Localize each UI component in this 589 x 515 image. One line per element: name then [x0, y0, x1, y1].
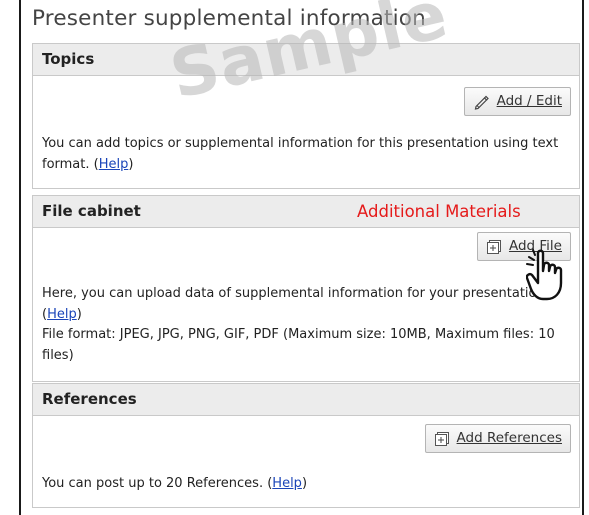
file-cabinet-panel: File cabinet Add File Here, you can uplo… — [32, 195, 580, 382]
topics-help-link[interactable]: Help — [99, 157, 129, 172]
additional-materials-annotation: Additional Materials — [357, 202, 521, 221]
file-cabinet-description: Here, you can upload data of supplementa… — [42, 284, 569, 366]
page-title: Presenter supplemental information — [32, 6, 426, 31]
topics-panel: Topics Add / Edit You can add topics or … — [32, 43, 580, 189]
references-panel: References Add References You can post u… — [32, 383, 580, 508]
file-cabinet-help-link[interactable]: Help — [47, 307, 77, 322]
references-description: You can post up to 20 References. (Help) — [42, 474, 569, 495]
topics-description: You can add topics or supplemental infor… — [42, 134, 569, 175]
topics-header: Topics — [33, 44, 579, 76]
add-edit-topics-button[interactable]: Add / Edit — [463, 87, 571, 116]
add-references-label: Add References — [456, 430, 562, 446]
references-header: References — [33, 384, 579, 416]
file-format-text: File format: JPEG, JPG, PNG, GIF, PDF (M… — [42, 327, 555, 363]
references-desc-text: You can post up to 20 References. ( — [42, 476, 273, 491]
file-cabinet-desc-text: Here, you can upload data of supplementa… — [42, 286, 549, 301]
add-references-button[interactable]: Add References — [424, 424, 571, 453]
references-desc-tail: ) — [301, 476, 308, 491]
add-edit-label: Add / Edit — [496, 93, 562, 109]
file-cabinet-desc-line: Here, you can upload data of supplementa… — [42, 284, 569, 305]
add-box-icon — [486, 239, 501, 254]
pencil-icon — [474, 95, 489, 110]
file-cabinet-help-line: (Help) — [42, 306, 82, 322]
add-box-icon — [434, 431, 449, 446]
topics-desc-tail: ) — [128, 156, 134, 172]
hand-pointer-icon — [526, 249, 563, 301]
references-help-link[interactable]: Help — [272, 476, 302, 491]
